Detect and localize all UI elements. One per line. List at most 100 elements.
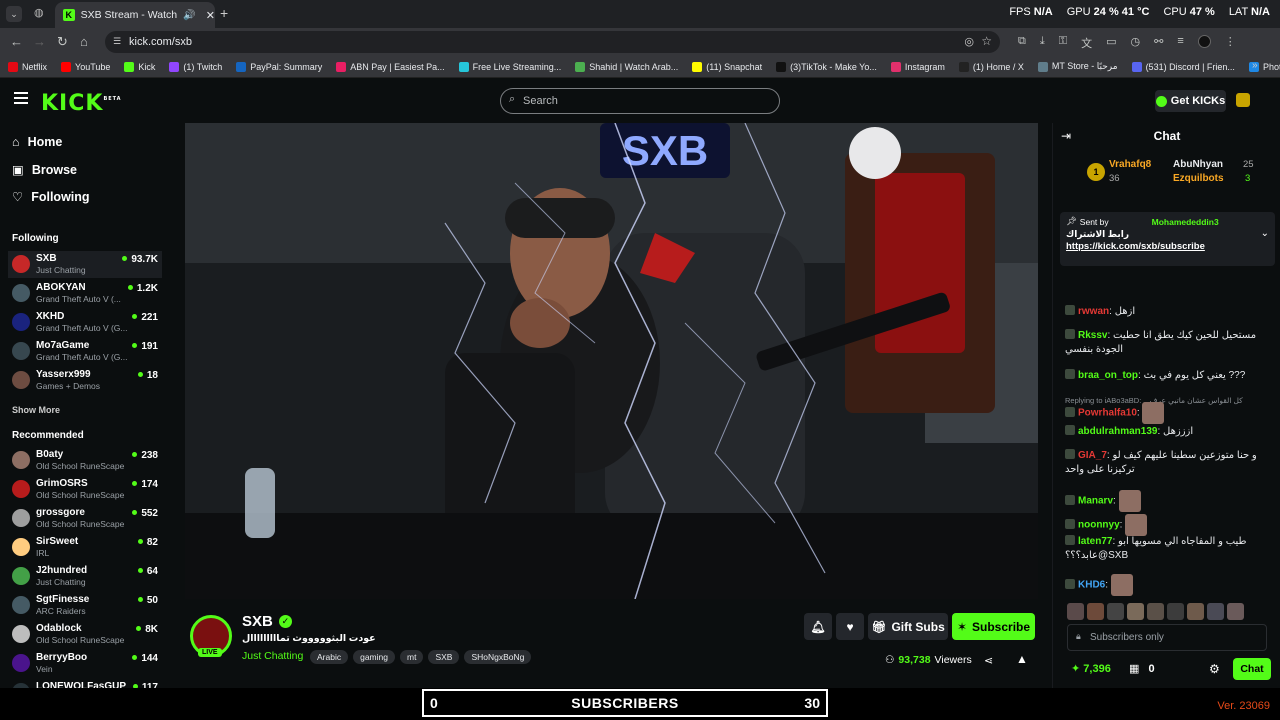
pinned-expand-icon[interactable]: ⌄ [1261,228,1269,239]
stream-tag[interactable]: Arabic [310,650,349,664]
link-icon[interactable]: ⚯ [1154,35,1163,51]
bookmark-item[interactable]: (3)TikTok - Make Yo... [776,61,877,72]
stream-tag[interactable]: gaming [353,650,395,664]
chat-username[interactable]: laten77 [1078,536,1112,547]
back-icon[interactable]: ← [10,35,23,49]
bookmark-item[interactable]: PayPal: Summary [236,61,323,72]
pinned-link[interactable]: https://kick.com/sxb/subscribe [1066,241,1269,252]
history-icon[interactable]: ◷ [1131,35,1141,51]
bookmark-item[interactable]: Netflix [8,61,47,72]
gift-subs-button[interactable]: 🎁︎ Gift Subs [868,613,948,640]
pinned-user[interactable]: Mohamededdin3 [1152,217,1219,227]
bookmark-item[interactable]: MT Store - مرحبًا [1037,61,1118,72]
video-player[interactable]: SXB [185,123,1038,599]
kicks-balance[interactable]: ✦ 7,396 [1071,662,1111,675]
chat-username[interactable]: Manarv [1078,496,1113,507]
new-tab-icon[interactable]: + [220,5,228,21]
hamburger-menu-icon[interactable] [14,92,28,104]
chat-username[interactable]: KHD6 [1078,580,1105,591]
channel-item[interactable]: GrimOSRS Old School RuneScape 174 [8,476,162,503]
gift-count[interactable]: ▦ 0 [1129,662,1155,675]
chat-username[interactable]: abdulrahman139 [1078,426,1157,437]
channel-item[interactable]: Mo7aGame Grand Theft Auto V (G... 191 [8,338,162,365]
nav-browse[interactable]: ▣ Browse [12,162,77,178]
chat-username[interactable]: Powrhalfa10 [1078,408,1137,419]
bookmark-item[interactable]: Free Live Streaming... [458,61,561,72]
channel-item[interactable]: SgtFinesse ARC Raiders 50 [8,592,162,619]
tab-list-icon[interactable]: ⌄ [6,6,22,22]
bookmark-label: PayPal: Summary [250,61,323,72]
download-icon[interactable]: ⤓ [1040,35,1045,51]
share-icon[interactable]: ⋖ [984,654,993,667]
profile-avatar-icon[interactable] [1197,35,1211,48]
forward-icon[interactable]: → [33,35,46,49]
chat-username[interactable]: Rkssv [1078,330,1107,341]
channel-item[interactable]: Yasserx999 Games + Demos 18 [8,367,162,394]
chat-send-button[interactable]: Chat [1233,658,1271,680]
channel-item[interactable]: ABOKYAN Grand Theft Auto V (... 1.2K [8,280,162,307]
channel-item[interactable]: grossgore Old School RuneScape 552 [8,505,162,532]
home-icon[interactable]: ⌂ [80,35,88,49]
subscribe-button[interactable]: ✶ Subscribe [952,613,1035,640]
stream-category[interactable]: Just Chatting [242,650,303,662]
nav-following[interactable]: ♡ Following [12,189,90,205]
bookmark-item[interactable]: YouTube [61,61,110,72]
eye-off-icon[interactable]: ◎ [964,35,974,48]
streamer-name[interactable]: SXB [242,613,273,630]
leader-1-name[interactable]: Vrahafq8 [1109,159,1151,170]
bookmark-item[interactable]: Kick [124,61,155,72]
speaker-icon[interactable]: 🔊 [183,10,195,21]
show-more-link[interactable]: Show More [12,405,60,415]
bookmark-star-icon[interactable]: ☆ [981,34,992,48]
report-icon[interactable]: ▲ [1016,652,1028,666]
chat-settings-icon[interactable]: ⚙ [1209,662,1220,676]
channel-item[interactable]: LONEWOLFasGUP 117 [8,679,162,688]
bookmark-item[interactable]: (1) Home / X [958,61,1024,72]
stream-tag[interactable]: SHoNgxBoNg [464,650,532,664]
chat-input[interactable]: 🔒︎ Subscribers only [1067,624,1267,651]
channel-item[interactable]: SirSweet IRL 82 [8,534,162,561]
site-info-icon[interactable]: ☰ [113,36,121,47]
extension-icon[interactable]: ⧉ [1018,35,1026,51]
pinned-message[interactable]: 📌︎ Sent by Mohamededdin3 رابط الاشتراك h… [1060,212,1275,266]
channel-item[interactable]: XKHD Grand Theft Auto V (G... 221 [8,309,162,336]
password-key-icon[interactable]: ⚿ [1059,35,1067,51]
channel-item[interactable]: J2hundred Just Chatting 64 [8,563,162,590]
chat-username[interactable]: GIA_7 [1078,450,1107,461]
bookmark-item[interactable]: (11) Snapchat [692,61,762,72]
bookmark-item[interactable]: (531) Discord | Frien... [1131,61,1235,72]
tab-close-icon[interactable]: ✕ [206,9,215,22]
kick-logo[interactable]: KICKBETA [41,91,122,116]
bookmark-item[interactable]: Shahid | Watch Arab... [575,61,678,72]
channel-item[interactable]: SXB Just Chatting 93.7K [8,251,162,278]
channel-item[interactable]: BerryyBoo Vein 144 [8,650,162,677]
notification-bell-button[interactable]: 🔔︎ [804,613,832,640]
url-bar[interactable]: ☰ kick.com/sxb ◎ ☆ [105,31,1000,53]
channel-item[interactable]: Odablock Old School RuneScape 8K [8,621,162,648]
bookmark-item[interactable]: ABN Pay | Easiest Pa... [336,61,445,72]
bookmark-item[interactable]: Instagram [890,61,945,72]
channel-item[interactable]: B0aty Old School RuneScape 238 [8,447,162,474]
globe-icon[interactable]: ◍ [34,6,44,19]
browser-menu-icon[interactable]: ⋮ [1225,35,1236,51]
rewards-icon[interactable] [1236,93,1250,107]
get-kicks-button[interactable]: Get KICKs [1155,90,1226,112]
media-icon[interactable]: ≡ [1177,35,1183,51]
translate-icon[interactable]: 文 [1081,35,1092,51]
reload-icon[interactable]: ↻ [57,35,68,49]
chat-username[interactable]: rwwan [1078,306,1109,317]
stream-tag[interactable]: SXB [428,650,460,664]
leader-2-name[interactable]: AbuNhyan [1173,159,1223,170]
card-icon[interactable]: ▭ [1106,35,1116,51]
stream-tag[interactable]: mt [399,650,424,664]
nav-home[interactable]: ⌂ Home [12,135,62,149]
bookmark-item[interactable]: (1) Twitch [169,61,222,72]
active-tab[interactable]: K SXB Stream - Watch Live on 🔊 ✕ [55,2,215,28]
channel-name: Mo7aGame [36,340,90,351]
search-input[interactable]: ⌕ Search [500,88,780,114]
follow-heart-button[interactable]: ♥ [836,613,864,640]
bookmarks-overflow-icon[interactable]: » [1252,60,1258,71]
leader-3-name[interactable]: Ezquilbots [1173,173,1224,184]
chat-username[interactable]: noonnyy [1078,520,1120,531]
chat-username[interactable]: braa_on_top [1078,370,1138,381]
